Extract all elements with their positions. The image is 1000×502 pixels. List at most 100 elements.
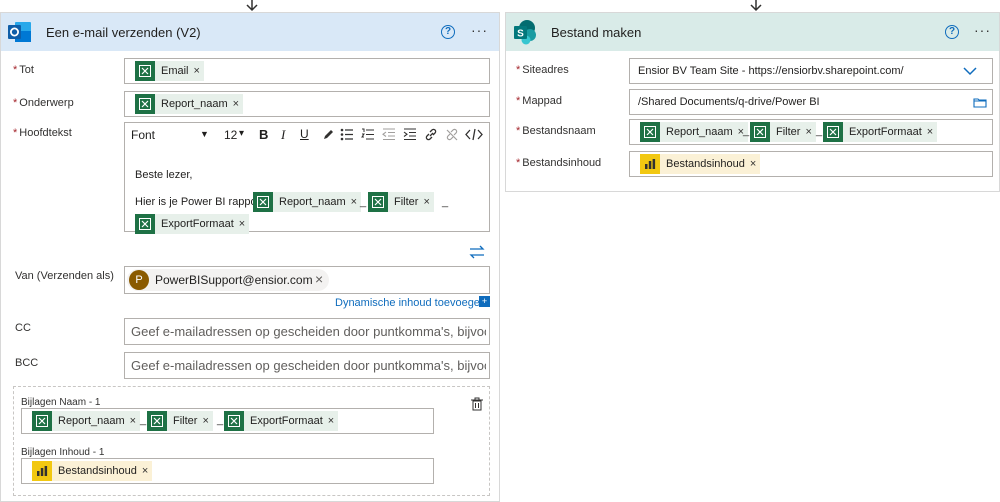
excel-icon [135, 61, 155, 81]
svg-text:S: S [517, 29, 524, 40]
font-size-select[interactable]: 12 [224, 128, 237, 142]
token-report-naam[interactable]: Report_naam × [253, 192, 362, 212]
remove-token-icon[interactable]: × [750, 158, 756, 170]
font-select[interactable]: Font [131, 128, 155, 142]
separator: _ [743, 125, 750, 137]
unlink-icon[interactable] [445, 128, 459, 141]
token-report-naam[interactable]: Report_naam × [640, 122, 749, 142]
excel-icon [224, 411, 244, 431]
bcc-input[interactable]: Geef e-mailadressen op gescheiden door p… [124, 352, 490, 379]
remove-token-icon[interactable]: × [194, 65, 200, 77]
token-exportformaat[interactable]: ExportFormaat × [224, 411, 339, 431]
underline-button[interactable]: U [300, 127, 309, 141]
help-icon[interactable]: ? [945, 25, 959, 39]
site-select[interactable]: Ensior BV Team Site - https://ensiorbv.s… [629, 58, 993, 84]
file-card-header[interactable]: S Bestand maken ? ··· [506, 13, 999, 51]
editor-toolbar: Font ▼ 12 ▾ B I U [125, 123, 489, 147]
outdent-icon[interactable] [382, 128, 396, 141]
bold-button[interactable]: B [259, 127, 268, 142]
send-email-card: Een e-mail verzenden (V2) ? ··· * Tot Ema… [0, 12, 500, 502]
folder-input[interactable]: /Shared Documents/q-drive/Power BI [629, 89, 993, 115]
italic-button[interactable]: I [281, 127, 285, 143]
to-label: * Tot [13, 64, 34, 76]
remove-token-icon[interactable]: × [328, 415, 334, 427]
remove-token-icon[interactable]: × [927, 126, 933, 138]
dynamic-content-icon[interactable]: + [479, 296, 490, 307]
token-exportformaat[interactable]: ExportFormaat × [135, 214, 250, 234]
attach-content-label: Bijlagen Inhoud - 1 [21, 447, 105, 458]
token-exportformaat[interactable]: ExportFormaat × [823, 122, 938, 142]
file-content-field[interactable]: Bestandsinhoud × [629, 151, 993, 177]
excel-icon [640, 122, 660, 142]
token-filter[interactable]: Filter × [147, 411, 213, 431]
link-icon[interactable] [424, 128, 438, 141]
attach-name-label: Bijlagen Naam - 1 [21, 397, 101, 408]
attach-content-field[interactable]: Bestandsinhoud × [21, 458, 434, 484]
separator: _ [217, 414, 224, 426]
more-options-icon[interactable]: ··· [974, 22, 991, 38]
swap-icon[interactable] [469, 245, 485, 259]
create-file-card: S Bestand maken ? ··· * Siteadres Ensior … [505, 12, 1000, 192]
card-title: Bestand maken [551, 25, 642, 40]
attach-name-field[interactable]: Report_naam × _ Filter × _ ExportFormaat… [21, 408, 434, 434]
avatar: P [129, 270, 149, 290]
body-line: Hier is je Power BI rapport [135, 196, 264, 208]
excel-icon [135, 94, 155, 114]
size-caret-icon[interactable]: ▾ [239, 128, 244, 139]
excel-icon [147, 411, 167, 431]
flow-arrow-icon [246, 0, 258, 12]
remove-token-icon[interactable]: × [239, 218, 245, 230]
code-view-icon[interactable] [465, 128, 483, 141]
chevron-down-icon[interactable] [963, 67, 977, 76]
token-filter[interactable]: Filter × [750, 122, 816, 142]
add-dynamic-content-link[interactable]: Dynamische inhoud toevoegen [335, 297, 486, 309]
to-field[interactable]: Email × [124, 58, 490, 84]
bcc-label: BCC [15, 357, 39, 369]
token-report-naam[interactable]: Report_naam × [32, 411, 141, 431]
remove-token-icon[interactable]: × [202, 415, 208, 427]
from-chip[interactable]: P PowerBISupport@ensior.com × [127, 269, 329, 291]
more-options-icon[interactable]: ··· [471, 22, 488, 38]
file-content-label: * Bestandsinhoud [516, 157, 602, 169]
remove-sender-icon[interactable]: × [315, 271, 323, 287]
email-card-header[interactable]: Een e-mail verzenden (V2) ? ··· [1, 13, 499, 51]
powerbi-icon [640, 154, 660, 174]
sharepoint-icon: S [510, 17, 540, 47]
delete-item-icon[interactable] [470, 397, 484, 411]
separator: _ [442, 196, 449, 208]
remove-token-icon[interactable]: × [423, 196, 429, 208]
filename-label: * Bestandsnaam [516, 125, 596, 137]
token-filter[interactable]: Filter × [368, 192, 434, 212]
remove-token-icon[interactable]: × [233, 98, 239, 110]
numbered-list-icon[interactable] [361, 128, 375, 141]
token-email[interactable]: Email × [135, 61, 204, 81]
separator: _ [816, 125, 823, 137]
from-field[interactable]: P PowerBISupport@ensior.com × [124, 266, 490, 294]
indent-icon[interactable] [403, 128, 417, 141]
remove-token-icon[interactable]: × [805, 126, 811, 138]
outlook-icon [5, 17, 35, 47]
pen-icon[interactable] [322, 128, 335, 141]
folder-icon[interactable] [973, 97, 987, 108]
from-label: Van (Verzenden als) [15, 270, 114, 282]
token-bestandsinhoud[interactable]: Bestandsinhoud × [640, 154, 761, 174]
excel-icon [32, 411, 52, 431]
cc-label: CC [15, 322, 31, 334]
powerbi-icon [32, 461, 52, 481]
remove-token-icon[interactable]: × [351, 196, 357, 208]
subject-field[interactable]: Report_naam × [124, 91, 490, 117]
separator: _ [360, 196, 367, 208]
body-label: * Hoofdtekst [13, 127, 72, 139]
help-icon[interactable]: ? [441, 25, 455, 39]
token-report-naam[interactable]: Report_naam × [135, 94, 244, 114]
bullet-list-icon[interactable] [340, 128, 354, 141]
filename-field[interactable]: Report_naam × _ Filter × _ ExportFormaat… [629, 119, 993, 145]
font-caret-icon[interactable]: ▼ [200, 129, 209, 139]
excel-icon [135, 214, 155, 234]
token-bestandsinhoud[interactable]: Bestandsinhoud × [32, 461, 153, 481]
excel-icon [253, 192, 273, 212]
cc-input[interactable]: Geef e-mailadressen op gescheiden door p… [124, 318, 490, 345]
remove-token-icon[interactable]: × [142, 465, 148, 477]
body-editor[interactable]: Font ▼ 12 ▾ B I U Beste lezer, Hier is j… [124, 122, 490, 234]
remove-token-icon[interactable]: × [130, 415, 136, 427]
